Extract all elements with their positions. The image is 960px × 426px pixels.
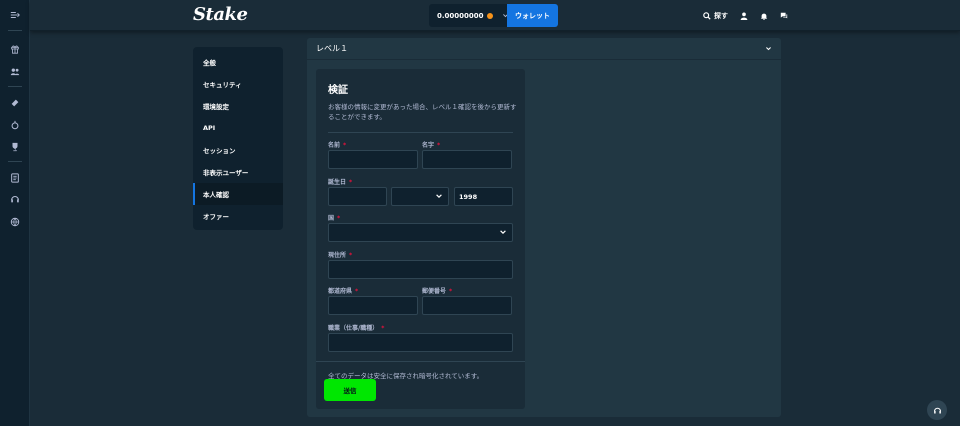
top-header: Stake 0.00000000 ウォレット 探す bbox=[30, 0, 960, 31]
submit-button[interactable]: 送信 bbox=[324, 379, 376, 401]
country-select[interactable] bbox=[328, 223, 513, 242]
divider bbox=[316, 361, 525, 362]
country-label: 国 * bbox=[328, 215, 341, 222]
balance-selector[interactable]: 0.00000000 bbox=[429, 4, 508, 27]
verification-card: 検証 お客様の情報に変更があった場合、レベル１確認を後から更新することができます… bbox=[316, 69, 525, 409]
address-input[interactable] bbox=[328, 260, 513, 279]
address-label: 現住所 * bbox=[328, 252, 353, 259]
menu-item-api[interactable]: API bbox=[193, 117, 283, 139]
menu-item-offers[interactable]: オファー bbox=[193, 205, 283, 227]
menu-item-verification[interactable]: 本人確認 bbox=[193, 183, 283, 205]
affiliate-icon[interactable] bbox=[9, 65, 21, 77]
birth-year-input[interactable]: 1998 bbox=[454, 187, 513, 206]
divider bbox=[328, 132, 513, 133]
support-headset-icon[interactable] bbox=[9, 193, 21, 205]
settings-menu: 全般 セキュリティ 環境設定 API セッション 非表示ユーザー 本人確認 オフ… bbox=[193, 47, 283, 230]
verification-title: 検証 bbox=[328, 85, 348, 96]
menu-item-sessions[interactable]: セッション bbox=[193, 139, 283, 161]
search-icon bbox=[703, 11, 711, 20]
document-icon[interactable] bbox=[9, 172, 21, 184]
sports-ticket-icon[interactable] bbox=[9, 97, 21, 109]
occupation-label: 職業（仕事/職種） * bbox=[328, 325, 385, 332]
rail-divider bbox=[8, 86, 22, 87]
menu-item-general[interactable]: 全般 bbox=[193, 51, 283, 73]
postal-code-label: 郵便番号 * bbox=[422, 288, 453, 295]
trophy-icon[interactable] bbox=[9, 141, 21, 153]
level-panel: レベル１ 検証 お客様の情報に変更があった場合、レベル１確認を後から更新すること… bbox=[307, 38, 781, 417]
first-name-label: 名前 * bbox=[328, 142, 347, 149]
occupation-input[interactable] bbox=[328, 333, 513, 352]
expand-menu-icon[interactable] bbox=[9, 9, 21, 21]
promotions-icon[interactable] bbox=[9, 43, 21, 55]
verification-description: お客様の情報に変更があった場合、レベル１確認を後から更新することができます。 bbox=[328, 103, 517, 121]
level-panel-header[interactable]: レベル１ bbox=[307, 38, 781, 60]
live-support-button[interactable] bbox=[927, 400, 947, 420]
user-icon bbox=[740, 12, 748, 20]
blog-icon[interactable] bbox=[9, 119, 21, 131]
level-panel-title: レベル１ bbox=[316, 44, 348, 53]
chevron-down-icon bbox=[435, 192, 443, 200]
bitcoin-icon bbox=[486, 12, 493, 19]
postal-code-input[interactable] bbox=[422, 296, 512, 315]
prefecture-input[interactable] bbox=[328, 296, 418, 315]
rail-divider bbox=[8, 161, 22, 162]
wallet-button[interactable]: ウォレット bbox=[507, 4, 558, 27]
bell-icon bbox=[760, 12, 768, 20]
user-button[interactable] bbox=[740, 12, 748, 20]
birthdate-label: 誕生日 * bbox=[328, 179, 353, 186]
menu-item-preferences[interactable]: 環境設定 bbox=[193, 95, 283, 117]
menu-item-security[interactable]: セキュリティ bbox=[193, 73, 283, 95]
rail-divider bbox=[8, 30, 22, 31]
chat-button[interactable] bbox=[780, 12, 788, 20]
chevron-down-icon bbox=[499, 228, 507, 236]
last-name-input[interactable] bbox=[422, 150, 512, 169]
search-button[interactable]: 探す bbox=[703, 11, 728, 21]
first-name-input[interactable] bbox=[328, 150, 418, 169]
notifications-button[interactable] bbox=[760, 12, 768, 20]
globe-icon[interactable] bbox=[9, 216, 21, 228]
chat-icon bbox=[780, 12, 788, 20]
support-headset-icon bbox=[933, 406, 942, 415]
header-actions: 探す bbox=[703, 0, 960, 31]
balance-amount: 0.00000000 bbox=[437, 11, 484, 20]
search-label: 探す bbox=[714, 11, 728, 20]
stake-logo[interactable]: Stake bbox=[193, 4, 248, 25]
birth-day-input[interactable] bbox=[328, 187, 387, 206]
last-name-label: 名字 * bbox=[422, 142, 441, 149]
birth-month-select[interactable] bbox=[391, 187, 449, 206]
prefecture-label: 都道府県 * bbox=[328, 288, 359, 295]
menu-item-ignored-users[interactable]: 非表示ユーザー bbox=[193, 161, 283, 183]
left-rail bbox=[0, 0, 30, 426]
chevron-down-icon bbox=[765, 45, 772, 54]
